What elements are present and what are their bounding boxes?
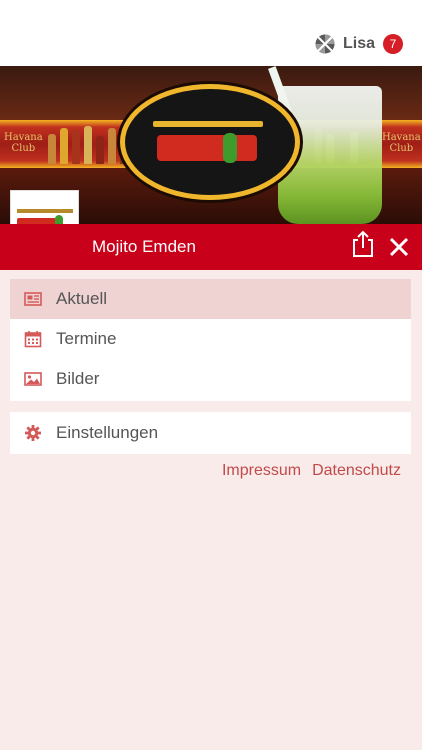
segmented-circle-icon [315,34,335,54]
venue-name: Mojito Emden [92,237,196,256]
gear-icon [25,425,41,441]
menu-label-aktuell: Aktuell [56,289,108,308]
image-icon [24,372,42,386]
havana-club-sign-right: Havana Club [382,132,421,154]
close-icon[interactable] [386,234,412,260]
menu-item-bilder[interactable]: Bilder [10,359,411,399]
venue-title-bar: Mojito Emden [0,224,422,270]
notification-badge[interactable]: 7 [383,34,403,54]
footer-links: Impressum Datenschutz [222,462,401,480]
top-bar: Lisa 7 [0,0,422,66]
impressum-link[interactable]: Impressum [222,462,301,480]
menu-item-termine[interactable]: Termine [10,319,411,359]
calendar-icon [24,331,42,348]
user-menu[interactable]: Lisa 7 [315,33,403,55]
bottle-shelf-left [48,124,128,164]
menu-label-einstellungen: Einstellungen [56,423,159,442]
datenschutz-link[interactable]: Datenschutz [312,462,401,480]
havana-club-sign-left: Havana Club [4,132,43,154]
menu-label-termine: Termine [56,329,117,348]
settings-card: Einstellungen [10,412,411,454]
menu-card: Aktuell Termine Bilder [10,279,411,401]
newspaper-icon [24,292,42,306]
share-icon[interactable] [350,230,376,258]
user-name: Lisa [342,35,375,52]
menu-label-bilder: Bilder [56,369,100,388]
bar-logo [120,84,300,200]
menu-item-einstellungen[interactable]: Einstellungen [10,412,411,454]
menu-item-aktuell[interactable]: Aktuell [10,279,411,319]
